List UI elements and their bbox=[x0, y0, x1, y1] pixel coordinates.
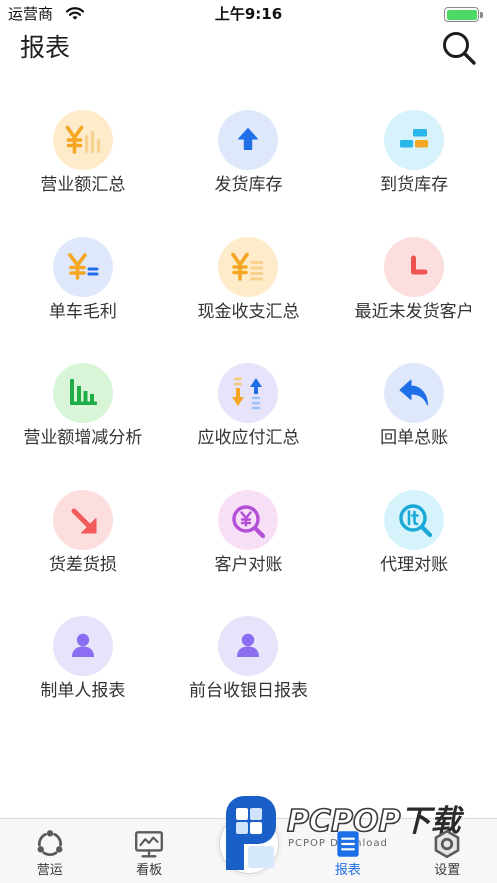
operations-cycle-icon bbox=[37, 830, 63, 856]
report-label: 营业额增减分析 bbox=[23, 428, 143, 448]
yen-bar-chart-icon bbox=[52, 110, 113, 170]
report-revenue-change-analysis[interactable]: 营业额增减分析 bbox=[0, 363, 166, 490]
yen-equals-icon bbox=[52, 236, 113, 297]
report-label: 制单人报表 bbox=[40, 681, 126, 701]
report-label: 代理对账 bbox=[380, 554, 449, 575]
report-shipping-inventory[interactable]: 发货库存 bbox=[166, 110, 332, 237]
report-label: 营业额汇总 bbox=[40, 175, 126, 195]
tab-reports[interactable]: 报表 bbox=[298, 819, 397, 883]
report-document-icon bbox=[337, 831, 359, 857]
tab-label: 营运 bbox=[36, 863, 63, 878]
report-label: 回单总账 bbox=[380, 428, 449, 448]
report-label: 客户对账 bbox=[214, 554, 283, 575]
tab-label: 设置 bbox=[434, 863, 461, 878]
center-action-button[interactable] bbox=[218, 814, 279, 874]
report-label: 发货库存 bbox=[214, 175, 283, 195]
person-icon bbox=[218, 616, 279, 676]
report-label: 到货库存 bbox=[380, 175, 449, 195]
yen-magnifier-icon bbox=[218, 489, 279, 550]
page-title: 报表 bbox=[20, 33, 71, 62]
stacked-boxes-icon bbox=[384, 110, 445, 170]
report-receivable-payable-summary[interactable]: 应收应付汇总 bbox=[166, 363, 332, 490]
report-vehicle-gross-profit[interactable]: 单车毛利 bbox=[0, 236, 166, 364]
report-label: 最近未发货客户 bbox=[354, 301, 474, 322]
report-revenue-summary[interactable]: 营业额汇总 bbox=[0, 110, 166, 237]
search-icon bbox=[443, 32, 476, 65]
person-icon bbox=[52, 616, 113, 676]
report-creator-report[interactable]: 制单人报表 bbox=[0, 616, 166, 743]
arrow-down-right-icon bbox=[52, 489, 113, 550]
report-cash-summary[interactable]: 现金收支汇总 bbox=[166, 236, 332, 364]
status-bar: 运营商 上午9:16 bbox=[0, 0, 497, 28]
tab-dashboard[interactable]: 看板 bbox=[99, 819, 198, 883]
report-label: 货差货损 bbox=[48, 554, 117, 575]
settings-hexagon-icon bbox=[434, 829, 460, 859]
report-customer-reconciliation[interactable]: 客户对账 bbox=[166, 489, 332, 617]
battery-icon bbox=[444, 7, 479, 22]
tab-settings[interactable]: 设置 bbox=[398, 819, 497, 883]
search-button[interactable] bbox=[440, 30, 480, 68]
battery-nub bbox=[480, 12, 483, 18]
reply-arrow-icon bbox=[384, 363, 445, 423]
report-receipt-ledger[interactable]: 回单总账 bbox=[331, 363, 497, 490]
tab-label: 报表 bbox=[334, 863, 361, 878]
report-cargo-damage[interactable]: 货差货损 bbox=[0, 489, 166, 617]
tab-bar: 营运 看板 报表 设置 bbox=[0, 814, 497, 883]
yen-list-icon bbox=[218, 236, 279, 297]
report-cashier-daily-report[interactable]: 前台收银日报表 bbox=[166, 616, 332, 743]
dashboard-monitor-icon bbox=[135, 831, 164, 858]
arrow-up-icon bbox=[218, 110, 279, 170]
report-recent-unshipped-customers[interactable]: 最近未发货客户 bbox=[331, 236, 497, 364]
lt-magnifier-icon bbox=[384, 489, 445, 550]
report-label: 单车毛利 bbox=[48, 301, 117, 322]
clock-time: 上午9:16 bbox=[214, 5, 283, 23]
tab-label: 看板 bbox=[136, 863, 163, 878]
report-label: 现金收支汇总 bbox=[197, 301, 300, 322]
battery-level-fill bbox=[446, 9, 477, 20]
report-label: 应收应付汇总 bbox=[197, 428, 300, 448]
report-arrival-inventory[interactable]: 到货库存 bbox=[331, 110, 497, 237]
bar-chart-icon bbox=[52, 363, 113, 423]
tab-operations[interactable]: 营运 bbox=[0, 819, 99, 883]
up-down-arrows-icon bbox=[218, 363, 279, 423]
clock-hands-icon bbox=[384, 236, 445, 297]
report-agent-reconciliation[interactable]: 代理对账 bbox=[331, 489, 497, 617]
report-grid: 营业额汇总 发货库存 到货库存 单车毛利 现金收支汇总 最近未发货客户 营业额增… bbox=[0, 110, 497, 743]
report-label: 前台收银日报表 bbox=[188, 681, 308, 701]
